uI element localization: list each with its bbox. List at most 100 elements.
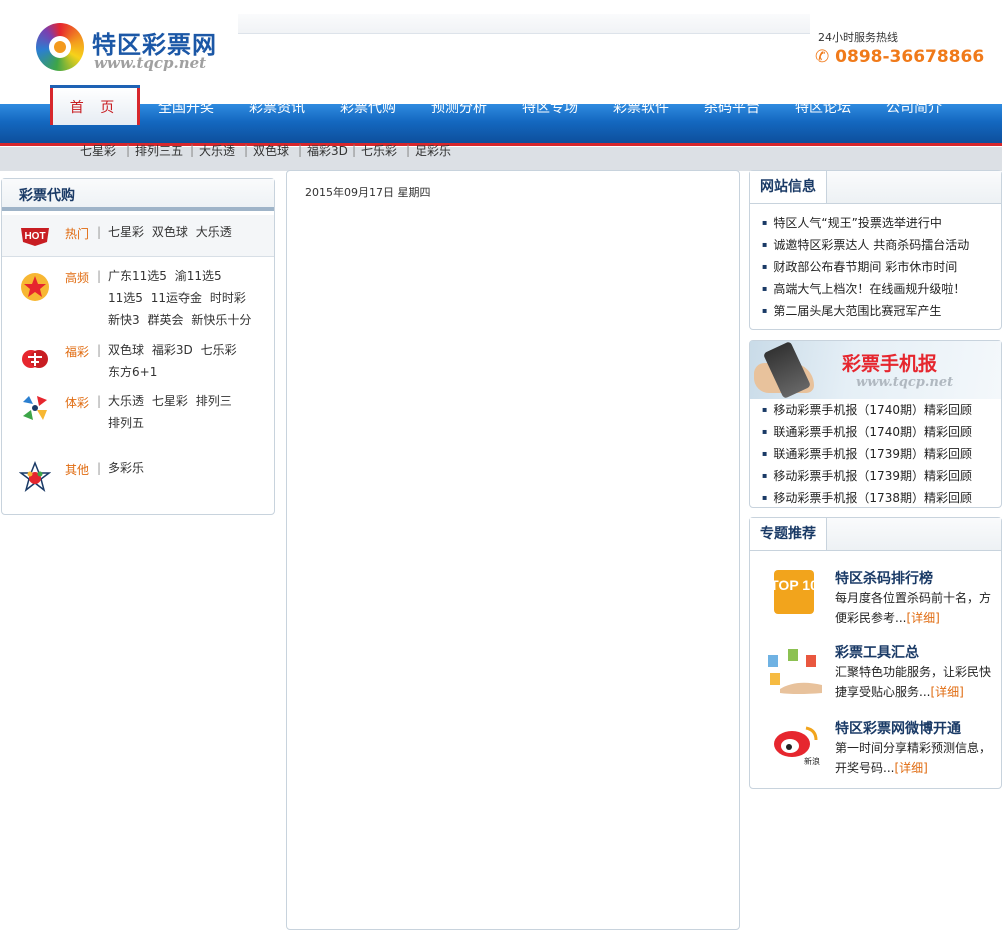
logo-swirl-icon: [36, 23, 84, 71]
svg-text:HOT: HOT: [24, 231, 45, 242]
nav-item-about[interactable]: 公司简介: [886, 98, 942, 118]
site-header: 特区彩票网 www.tqcp.net 24小时服务热线 ✆ 0898-36678…: [0, 0, 1002, 104]
report-item[interactable]: 联通彩票手机报（1740期）精彩回顾: [762, 421, 1001, 443]
mobile-report-panel: 彩票手机报 www.tqcp.net 移动彩票手机报（1740期）精彩回顾 联通…: [749, 340, 1002, 508]
sports-lottery-icon: [23, 396, 47, 420]
top10-image[interactable]: TOP 10: [766, 566, 826, 618]
subnav-item[interactable]: 七星彩: [80, 142, 116, 159]
topic-title[interactable]: 特区彩票网微博开通: [835, 718, 961, 738]
lottery-link[interactable]: 新快3: [108, 313, 140, 327]
detail-link[interactable]: [详细]: [894, 761, 927, 775]
sub-nav: 七星彩 | 排列三五 | 大乐透 | 双色球 | 福彩3D | 七乐彩 | 足彩…: [0, 143, 1002, 171]
lottery-link[interactable]: 大乐透: [108, 394, 144, 408]
lottery-link[interactable]: 11运夺金: [151, 291, 202, 305]
topic-title[interactable]: 彩票工具汇总: [835, 642, 919, 662]
news-item[interactable]: 特区人气“规王”投票选举进行中: [762, 212, 1001, 234]
mobile-report-list: 移动彩票手机报（1740期）精彩回顾 联通彩票手机报（1740期）精彩回顾 联通…: [750, 399, 1001, 509]
report-item[interactable]: 移动彩票手机报（1739期）精彩回顾: [762, 465, 1001, 487]
report-item[interactable]: 移动彩票手机报（1738期）精彩回顾: [762, 487, 1001, 509]
topic-desc: 汇聚特色功能服务，让彩民快捷享受贴心服务...[详细]: [835, 662, 995, 702]
lottery-link[interactable]: 广东11选5: [108, 269, 167, 283]
lottery-link[interactable]: 福彩3D: [152, 343, 193, 357]
subnav-divider: |: [406, 143, 411, 157]
nav-item-home[interactable]: 首 页: [50, 85, 140, 125]
lottery-link[interactable]: 七乐彩: [201, 343, 237, 357]
subnav-item[interactable]: 福彩3D: [307, 142, 348, 159]
topics-header: 专题推荐: [750, 518, 1001, 551]
lottery-buy-title: 彩票代购: [19, 188, 75, 204]
nav-item-special[interactable]: 特区专场: [522, 98, 578, 118]
mobile-report-banner[interactable]: 彩票手机报 www.tqcp.net: [750, 341, 1001, 399]
lottery-buy-header: 彩票代购: [2, 179, 274, 211]
lottery-row-high-frequency: 高频 | 广东11选5 渝11选5 11选5 11运夺金 时时彩 新快3 群英会…: [2, 265, 274, 335]
subnav-divider: |: [352, 143, 357, 157]
news-item[interactable]: 诚邀特区彩票达人 共商杀码擂台活动: [762, 234, 1001, 256]
subnav-item[interactable]: 足彩乐: [415, 142, 451, 159]
welfare-lottery-icon: [22, 350, 48, 368]
nav-item-lottery-results[interactable]: 全国开奖: [158, 98, 214, 118]
topics-title: 专题推荐: [750, 518, 827, 550]
main-nav: 首 页 全国开奖 彩票资讯 彩票代购 预测分析 特区专场 彩票软件 杀码平台 特…: [0, 85, 1002, 146]
news-item[interactable]: 高端大气上档次！在线画规升级啦！: [762, 278, 1001, 300]
category-links: 大乐透 七星彩 排列三 排列五: [108, 390, 258, 434]
lottery-link[interactable]: 渝11选5: [175, 269, 222, 283]
category-divider: |: [97, 225, 102, 239]
category-label: 热门: [65, 227, 90, 241]
main-content: 2015年09月17日 星期四: [286, 170, 740, 930]
topic-title[interactable]: 特区杀码排行榜: [835, 568, 933, 588]
nav-item-lottery-buy[interactable]: 彩票代购: [340, 98, 396, 118]
nav-home-label: 首 页: [69, 100, 121, 116]
category-links: 广东11选5 渝11选5 11选5 11运夺金 时时彩 新快3 群英会 新快乐十…: [108, 265, 258, 331]
subnav-item[interactable]: 排列三五: [135, 142, 183, 159]
lottery-link[interactable]: 时时彩: [210, 291, 246, 305]
hotline-label: 24小时服务热线: [818, 31, 898, 44]
lottery-link[interactable]: 排列三: [196, 394, 232, 408]
lottery-buy-panel: 彩票代购 HOT 热门 | 七星彩 双色球 大乐透 高频 | 广东11选5 渝1…: [1, 178, 275, 515]
lottery-link[interactable]: 11选5: [108, 291, 143, 305]
subnav-divider: |: [244, 143, 249, 157]
category-links: 双色球 福彩3D 七乐彩 东方6+1: [108, 339, 258, 383]
nav-item-lottery-news[interactable]: 彩票资讯: [249, 98, 305, 118]
lottery-link[interactable]: 东方6+1: [108, 365, 157, 379]
lottery-row-hot: HOT 热门 | 七星彩 双色球 大乐透: [2, 215, 274, 257]
topic-item: 彩票工具汇总 汇聚特色功能服务，让彩民快捷享受贴心服务...[详细]: [750, 639, 1001, 709]
lottery-link[interactable]: 七星彩: [152, 394, 188, 408]
detail-link[interactable]: [详细]: [930, 685, 963, 699]
nav-item-software[interactable]: 彩票软件: [613, 98, 669, 118]
site-info-title: 网站信息: [750, 171, 827, 203]
site-info-panel: 网站信息 特区人气“规王”投票选举进行中 诚邀特区彩票达人 共商杀码擂台活动 财…: [749, 170, 1002, 330]
report-item[interactable]: 联通彩票手机报（1739期）精彩回顾: [762, 443, 1001, 465]
header-strip: [238, 14, 810, 34]
news-item[interactable]: 财政部公布春节期间 彩市休市时间: [762, 256, 1001, 278]
weibo-icon[interactable]: 新浪: [766, 716, 826, 768]
nav-item-kill-platform[interactable]: 杀码平台: [704, 98, 760, 118]
lottery-link[interactable]: 大乐透: [196, 225, 232, 239]
lottery-tools-image[interactable]: [766, 645, 826, 697]
subnav-divider: |: [298, 143, 303, 157]
topic-item: TOP 10 特区杀码排行榜 每月度各位置杀码前十名，方便彩民参考...[详细]: [750, 564, 1001, 634]
topic-desc-text: 汇聚特色功能服务，让彩民快捷享受贴心服务...: [835, 665, 992, 699]
high-frequency-star-icon: [21, 273, 49, 301]
lottery-link[interactable]: 多彩乐: [108, 461, 144, 475]
nav-item-forecast[interactable]: 预测分析: [431, 98, 487, 118]
detail-link[interactable]: [详细]: [906, 611, 939, 625]
site-logo[interactable]: 特区彩票网 www.tqcp.net: [34, 20, 234, 76]
subnav-item[interactable]: 七乐彩: [361, 142, 397, 159]
top10-image-text: TOP 10: [770, 577, 818, 593]
report-item[interactable]: 移动彩票手机报（1740期）精彩回顾: [762, 399, 1001, 421]
category-divider: |: [97, 461, 102, 475]
lottery-link[interactable]: 排列五: [108, 416, 144, 430]
site-info-header: 网站信息: [750, 171, 1001, 204]
lottery-link[interactable]: 双色球: [152, 225, 188, 239]
subnav-item[interactable]: 大乐透: [199, 142, 235, 159]
lottery-link[interactable]: 群英会: [147, 313, 183, 327]
lottery-link[interactable]: 七星彩: [108, 225, 144, 239]
lottery-row-other: 其他 | 多彩乐: [2, 457, 274, 501]
nav-item-forum[interactable]: 特区论坛: [795, 98, 851, 118]
lottery-link[interactable]: 双色球: [108, 343, 144, 357]
topic-desc: 第一时间分享精彩预测信息，开奖号码...[详细]: [835, 738, 995, 778]
lottery-link[interactable]: 新快乐十分: [191, 313, 251, 327]
hot-icon: HOT: [21, 228, 49, 246]
subnav-item[interactable]: 双色球: [253, 142, 289, 159]
news-item[interactable]: 第二届头尾大范围比赛冠军产生: [762, 300, 1001, 322]
